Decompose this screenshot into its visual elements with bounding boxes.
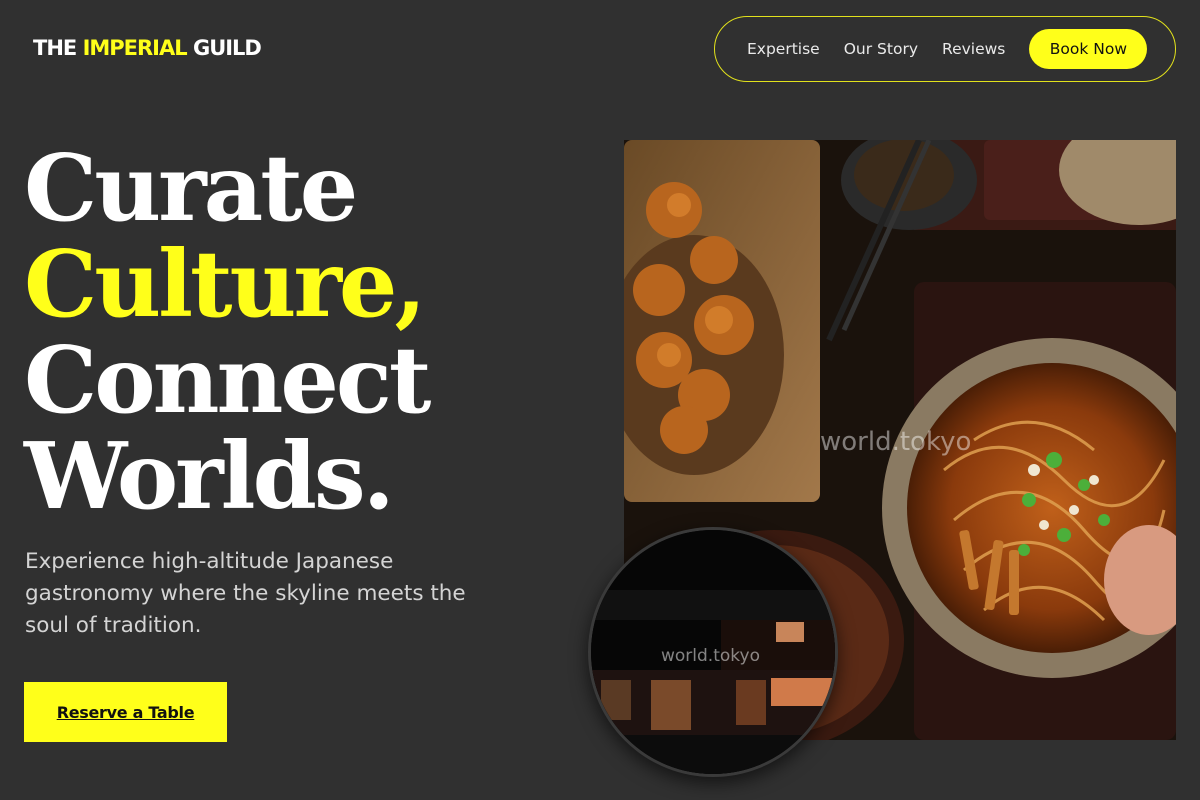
hero-line-4: Worlds. — [24, 422, 395, 530]
brand-accent: IMPERIAL — [82, 36, 188, 60]
hero-line-3: Connect — [24, 326, 431, 434]
reserve-table-button[interactable]: Reserve a Table — [24, 682, 227, 742]
nav-item-our-story[interactable]: Our Story — [844, 40, 918, 58]
circle-photo-watermark: world.tokyo — [661, 646, 760, 666]
nav-item-reviews[interactable]: Reviews — [942, 40, 1005, 58]
brand-part-1: THE — [33, 36, 83, 60]
hero-subtitle: Experience high-altitude Japanese gastro… — [25, 549, 466, 638]
brand-part-2: GUILD — [186, 36, 262, 60]
main-photo-watermark: world.tokyo — [820, 427, 972, 457]
hero-line-1: Curate — [24, 134, 358, 242]
book-now-button[interactable]: Book Now — [1029, 29, 1148, 69]
nav-item-expertise[interactable]: Expertise — [747, 40, 820, 58]
hero-line-2: Culture, — [24, 230, 426, 338]
main-nav: Expertise Our Story Reviews Book Now — [714, 16, 1176, 82]
restaurant-photo: world.tokyo — [588, 527, 838, 777]
hero-headline: Curate Culture, Connect Worlds. — [24, 134, 431, 530]
brand-logo[interactable]: THE IMPERIAL GUILD — [33, 36, 262, 60]
